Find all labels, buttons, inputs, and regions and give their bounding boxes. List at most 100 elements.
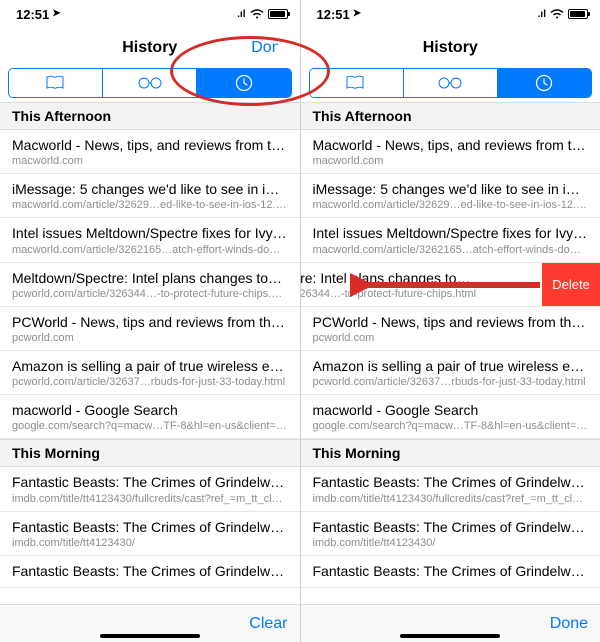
history-row-title: Fantastic Beasts: The Crimes of Grindelw…	[12, 473, 288, 491]
history-row-url: imdb.com/title/tt4123430/fullcredits/cas…	[313, 493, 589, 505]
history-row-url: macworld.com/article/3262165…atch-effort…	[12, 244, 288, 256]
book-icon	[345, 75, 367, 91]
wifi-icon	[250, 7, 264, 22]
home-indicator[interactable]	[400, 634, 500, 638]
history-row-url: macworld.com/article/32629…ed-like-to-se…	[313, 199, 589, 211]
glasses-icon	[437, 76, 463, 90]
history-row-url: macworld.com/article/3262165…atch-effort…	[313, 244, 589, 256]
status-bar: 12:51 ➤ .ıl	[301, 0, 600, 28]
history-row-url: pcworld.com/article/32637…rbuds-for-just…	[12, 376, 288, 388]
history-row-url: imdb.com/title/tt4123430/fullcredits/cas…	[12, 493, 288, 505]
home-indicator[interactable]	[100, 634, 200, 638]
history-row-title: Fantastic Beasts: The Crimes of Grindelw…	[313, 473, 589, 491]
delete-button[interactable]: Delete	[542, 263, 600, 307]
history-row-url: google.com/search?q=macw…TF-8&hl=en-us&c…	[313, 420, 589, 432]
history-row-title: Macworld - News, tips, and reviews from …	[12, 136, 288, 154]
segmented-control	[8, 68, 292, 98]
history-row-title: iMessage: 5 changes we'd like to see in …	[12, 180, 288, 198]
history-row[interactable]: Intel issues Meltdown/Spectre fixes for …	[0, 218, 300, 262]
clock-icon	[535, 74, 553, 92]
nav-header: History	[301, 28, 600, 68]
history-row-title: iMessage: 5 changes we'd like to see in …	[313, 180, 589, 198]
history-row[interactable]: Macworld - News, tips, and reviews from …	[301, 130, 600, 174]
clock-icon	[235, 74, 253, 92]
history-row-title: Intel issues Meltdown/Spectre fixes for …	[12, 224, 288, 242]
section-header: This Morning	[0, 439, 300, 467]
location-services-icon: ➤	[353, 8, 361, 19]
history-row-title: macworld - Google Search	[12, 401, 288, 419]
history-row-title: Fantastic Beasts: The Crimes of Grindelw…	[313, 518, 589, 536]
history-row[interactable]: macworld - Google Searchgoogle.com/searc…	[301, 395, 600, 439]
history-list[interactable]: This Afternoon Macworld - News, tips, and…	[301, 102, 600, 604]
phone-left: 12:51 ➤ .ıl History Done	[0, 0, 301, 642]
history-row[interactable]: iMessage: 5 changes we'd like to see in …	[301, 174, 600, 218]
history-row[interactable]: Fantastic Beasts: The Crimes of Grindelw…	[0, 467, 300, 511]
history-row-title: Fantastic Beasts: The Crimes of Grindelw…	[313, 562, 589, 580]
history-list[interactable]: This Afternoon Macworld - News, tips, and…	[0, 102, 300, 604]
segmented-control	[309, 68, 593, 98]
book-icon	[45, 75, 67, 91]
history-row[interactable]: Meltdown/Spectre: Intel plans changes to…	[0, 263, 300, 307]
section-header: This Morning	[301, 439, 600, 467]
status-time: 12:51	[16, 7, 49, 22]
history-row[interactable]: Fantastic Beasts: The Crimes of Grindelw…	[0, 512, 300, 556]
tab-bookmarks[interactable]	[310, 69, 403, 97]
history-row-title: macworld - Google Search	[313, 401, 589, 419]
history-row-url: pcworld.com	[313, 332, 589, 344]
history-row-title: Amazon is selling a pair of true wireles…	[313, 357, 589, 375]
clear-button[interactable]: Clear	[249, 615, 287, 633]
wifi-icon	[550, 7, 564, 22]
done-button[interactable]: Done	[251, 39, 289, 57]
history-row[interactable]: Fantastic Beasts: The Crimes of Grindelw…	[301, 467, 600, 511]
history-row[interactable]: macworld - Google Searchgoogle.com/searc…	[0, 395, 300, 439]
history-row[interactable]: Macworld - News, tips, and reviews from …	[0, 130, 300, 174]
history-row-url: imdb.com/title/tt4123430/	[12, 537, 288, 549]
history-row-title: Intel issues Meltdown/Spectre fixes for …	[313, 224, 589, 242]
history-row-url: macworld.com/article/32629…ed-like-to-se…	[12, 199, 288, 211]
battery-icon	[568, 9, 588, 19]
status-bar: 12:51 ➤ .ıl	[0, 0, 300, 28]
tab-reading-list[interactable]	[102, 69, 196, 97]
history-row[interactable]: Fantastic Beasts: The Crimes of Grindelw…	[301, 556, 600, 588]
tab-history[interactable]	[497, 69, 591, 97]
section-header: This Afternoon	[0, 102, 300, 130]
history-row-url: macworld.com	[313, 155, 589, 167]
history-row-title: Meltdown/Spectre: Intel plans changes to…	[12, 269, 288, 287]
history-row-url: pcworld.com	[12, 332, 288, 344]
history-row[interactable]: Intel issues Meltdown/Spectre fixes for …	[301, 218, 600, 262]
history-row-title: PCWorld - News, tips and reviews from th…	[313, 313, 589, 331]
page-title: History	[122, 39, 177, 57]
history-row-url: imdb.com/title/tt4123430/	[313, 537, 589, 549]
location-services-icon: ➤	[52, 8, 60, 19]
history-row-title: Macworld - News, tips, and reviews from …	[313, 136, 589, 154]
history-row[interactable]: wn/Spectre: Intel plans changes to…om/ar…	[301, 263, 543, 307]
history-row-url: pcworld.com/article/326344…-to-protect-f…	[12, 288, 288, 300]
history-row[interactable]: PCWorld - News, tips and reviews from th…	[0, 307, 300, 351]
history-row[interactable]: PCWorld - News, tips and reviews from th…	[301, 307, 600, 351]
section-header: This Afternoon	[301, 102, 600, 130]
history-row[interactable]: Amazon is selling a pair of true wireles…	[301, 351, 600, 395]
history-row-title: Amazon is selling a pair of true wireles…	[12, 357, 288, 375]
nav-header: History Done	[0, 28, 300, 68]
done-button[interactable]: Done	[550, 615, 588, 633]
phone-right: 12:51 ➤ .ıl History T	[301, 0, 600, 642]
history-row-url: google.com/search?q=macw…TF-8&hl=en-us&c…	[12, 420, 288, 432]
page-title: History	[423, 39, 478, 57]
history-row-title: Fantastic Beasts: The Crimes of Grindelw…	[12, 518, 288, 536]
history-row-url: om/article/326344…-to-protect-future-chi…	[301, 288, 531, 300]
history-row-url: macworld.com	[12, 155, 288, 167]
history-row[interactable]: iMessage: 5 changes we'd like to see in …	[0, 174, 300, 218]
history-row-title: wn/Spectre: Intel plans changes to…	[301, 269, 531, 287]
cellular-icon: .ıl	[538, 9, 546, 20]
tab-bookmarks[interactable]	[9, 69, 102, 97]
history-row[interactable]: Fantastic Beasts: The Crimes of Grindelw…	[0, 556, 300, 588]
history-row[interactable]: Fantastic Beasts: The Crimes of Grindelw…	[301, 512, 600, 556]
tab-reading-list[interactable]	[403, 69, 497, 97]
battery-icon	[268, 9, 288, 19]
history-row[interactable]: Amazon is selling a pair of true wireles…	[0, 351, 300, 395]
status-time: 12:51	[317, 7, 350, 22]
history-row-url: pcworld.com/article/32637…rbuds-for-just…	[313, 376, 589, 388]
tab-history[interactable]	[196, 69, 290, 97]
cellular-icon: .ıl	[237, 9, 245, 20]
glasses-icon	[137, 76, 163, 90]
